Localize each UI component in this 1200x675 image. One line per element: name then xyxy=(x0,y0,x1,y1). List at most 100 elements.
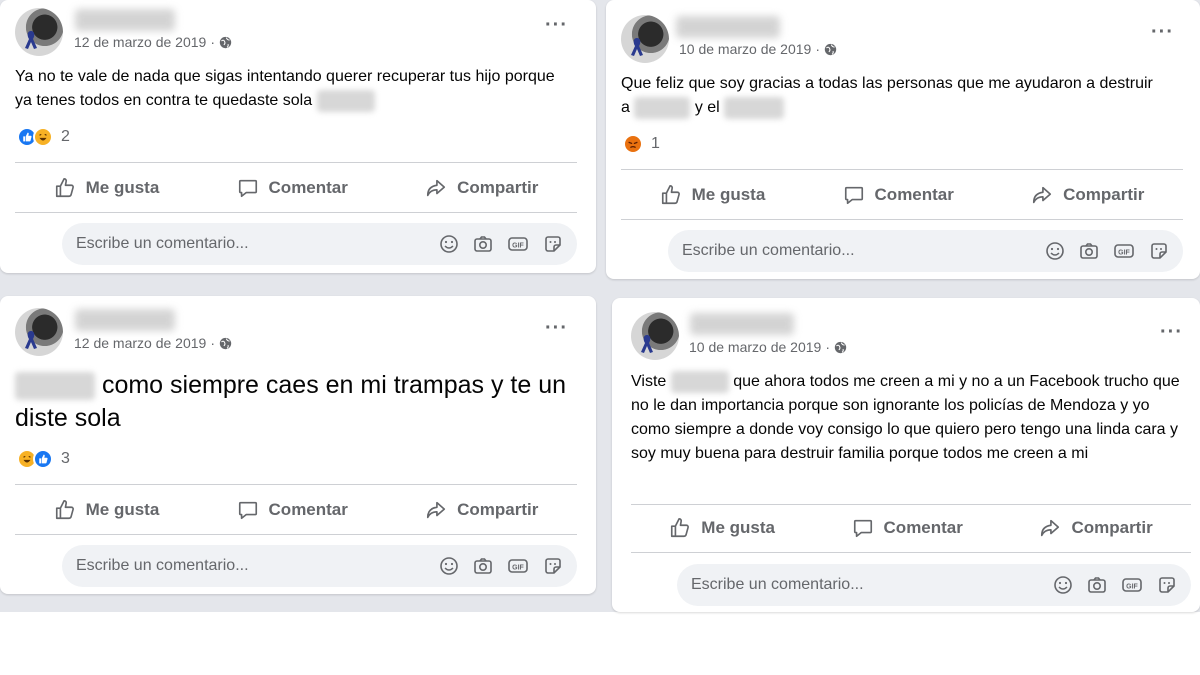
post-text: Que feliz que soy gracias a todas las pe… xyxy=(621,72,1166,120)
thumbs-up-icon xyxy=(55,500,74,520)
sticker-icon[interactable] xyxy=(543,556,563,576)
divider xyxy=(15,212,577,213)
svg-text:GIF: GIF xyxy=(1126,584,1138,591)
share-label: Compartir xyxy=(457,178,539,197)
reaction-summary[interactable]: 3 xyxy=(17,449,70,469)
svg-text:GIF: GIF xyxy=(1118,250,1130,257)
reaction-summary[interactable]: 2 xyxy=(17,127,70,147)
thumbs-up-icon xyxy=(55,178,74,198)
awareness-ribbon-icon xyxy=(25,331,37,349)
comment-placeholder: Escribe un comentario... xyxy=(682,242,855,259)
more-options-icon[interactable]: ··· xyxy=(1151,21,1174,44)
comment-input[interactable]: Escribe un comentario... GIF xyxy=(668,230,1183,272)
share-button[interactable]: Compartir xyxy=(1039,517,1153,539)
speech-bubble-icon xyxy=(238,179,257,198)
like-label: Me gusta xyxy=(691,185,766,204)
awareness-ribbon-icon xyxy=(641,335,653,353)
redacted-name xyxy=(724,96,785,119)
like-button[interactable]: Me gusta xyxy=(660,184,766,206)
author-name-redacted[interactable] xyxy=(690,313,794,335)
speech-bubble-icon xyxy=(238,501,257,520)
share-button[interactable]: Compartir xyxy=(425,499,538,521)
avatar[interactable] xyxy=(621,15,669,63)
avatar[interactable] xyxy=(15,8,63,56)
thumbs-up-icon xyxy=(671,518,690,538)
divider xyxy=(15,484,577,485)
smiley-icon[interactable] xyxy=(1053,575,1073,595)
post-date[interactable]: 12 de marzo de 2019 xyxy=(74,335,206,351)
comment-input[interactable]: Escribe un comentario... GIF xyxy=(62,223,577,265)
comment-input[interactable]: Escribe un comentario... GIF xyxy=(62,545,577,587)
comment-placeholder: Escribe un comentario... xyxy=(691,576,864,593)
comment-button[interactable]: Comentar xyxy=(852,517,963,539)
like-button[interactable]: Me gusta xyxy=(54,177,160,199)
post-date[interactable]: 10 de marzo de 2019 xyxy=(679,41,811,57)
author-name-redacted[interactable] xyxy=(75,9,175,31)
post-card: 10 de marzo de 2019 · ··· Viste que ahor… xyxy=(612,298,1200,612)
gif-icon[interactable]: GIF xyxy=(507,556,529,576)
comment-label: Comentar xyxy=(883,518,963,537)
redacted-name xyxy=(316,89,375,112)
like-label: Me gusta xyxy=(85,178,160,197)
redacted-name xyxy=(670,370,729,393)
share-button[interactable]: Compartir xyxy=(425,177,538,199)
divider xyxy=(631,552,1191,553)
sticker-icon[interactable] xyxy=(1149,241,1169,261)
globe-icon xyxy=(824,43,837,55)
more-options-icon[interactable]: ··· xyxy=(1160,321,1183,344)
smiley-icon[interactable] xyxy=(439,234,459,254)
share-arrow-icon xyxy=(427,501,446,519)
reaction-summary[interactable]: 1 xyxy=(623,134,660,154)
divider xyxy=(15,162,577,163)
camera-icon[interactable] xyxy=(1079,241,1099,261)
post-meta: 12 de marzo de 2019 · xyxy=(74,335,232,351)
awareness-ribbon-icon xyxy=(25,31,37,49)
post-text: Viste que ahora todos me creen a mi y no… xyxy=(631,370,1193,466)
gif-icon[interactable]: GIF xyxy=(1113,241,1135,261)
haha-reaction-icon xyxy=(33,127,53,147)
sticker-icon[interactable] xyxy=(1157,575,1177,595)
post-date[interactable]: 10 de marzo de 2019 xyxy=(689,339,821,355)
comment-input[interactable]: Escribe un comentario... GIF xyxy=(677,564,1191,606)
post-actions: Me gusta Comentar Compartir xyxy=(621,173,1183,217)
more-options-icon[interactable]: ··· xyxy=(545,14,568,37)
post-meta: 10 de marzo de 2019 · xyxy=(689,339,847,355)
author-name-redacted[interactable] xyxy=(75,309,175,331)
post-text-segment: Viste xyxy=(631,373,667,390)
comment-button[interactable]: Comentar xyxy=(843,184,954,206)
comment-label: Comentar xyxy=(268,178,348,197)
avatar[interactable] xyxy=(15,308,63,356)
more-options-icon[interactable]: ··· xyxy=(545,317,568,340)
meta-separator: · xyxy=(210,335,215,351)
divider xyxy=(631,504,1191,505)
sticker-icon[interactable] xyxy=(543,234,563,254)
smiley-icon[interactable] xyxy=(439,556,459,576)
post-card: 10 de marzo de 2019 · ··· Que feliz que … xyxy=(606,0,1200,279)
share-arrow-icon xyxy=(1033,186,1052,204)
speech-bubble-icon xyxy=(853,519,872,538)
camera-icon[interactable] xyxy=(473,556,493,576)
camera-icon[interactable] xyxy=(473,234,493,254)
redacted-name xyxy=(634,96,691,119)
post-card: 12 de marzo de 2019 · ··· como siempre c… xyxy=(0,296,596,594)
gif-icon[interactable]: GIF xyxy=(507,234,529,254)
avatar[interactable] xyxy=(631,312,679,360)
post-text: Ya no te vale de nada que sigas intentan… xyxy=(15,65,575,113)
meta-separator: · xyxy=(815,41,820,57)
post-text-segment: como siempre caes en mi trampas y te un … xyxy=(15,371,567,432)
comment-button[interactable]: Comentar xyxy=(237,177,348,199)
post-meta: 10 de marzo de 2019 · xyxy=(679,41,837,57)
gif-icon[interactable]: GIF xyxy=(1121,575,1143,595)
author-name-redacted[interactable] xyxy=(676,16,780,38)
smiley-icon[interactable] xyxy=(1045,241,1065,261)
comment-button[interactable]: Comentar xyxy=(237,499,348,521)
share-arrow-icon xyxy=(1041,519,1060,537)
speech-bubble-icon xyxy=(844,186,863,205)
like-button[interactable]: Me gusta xyxy=(54,499,159,521)
post-date[interactable]: 12 de marzo de 2019 xyxy=(74,34,206,50)
share-button[interactable]: Compartir xyxy=(1031,184,1144,206)
share-label: Compartir xyxy=(1071,518,1153,537)
comment-label: Comentar xyxy=(874,185,954,204)
camera-icon[interactable] xyxy=(1087,575,1107,595)
like-button[interactable]: Me gusta xyxy=(669,517,775,539)
